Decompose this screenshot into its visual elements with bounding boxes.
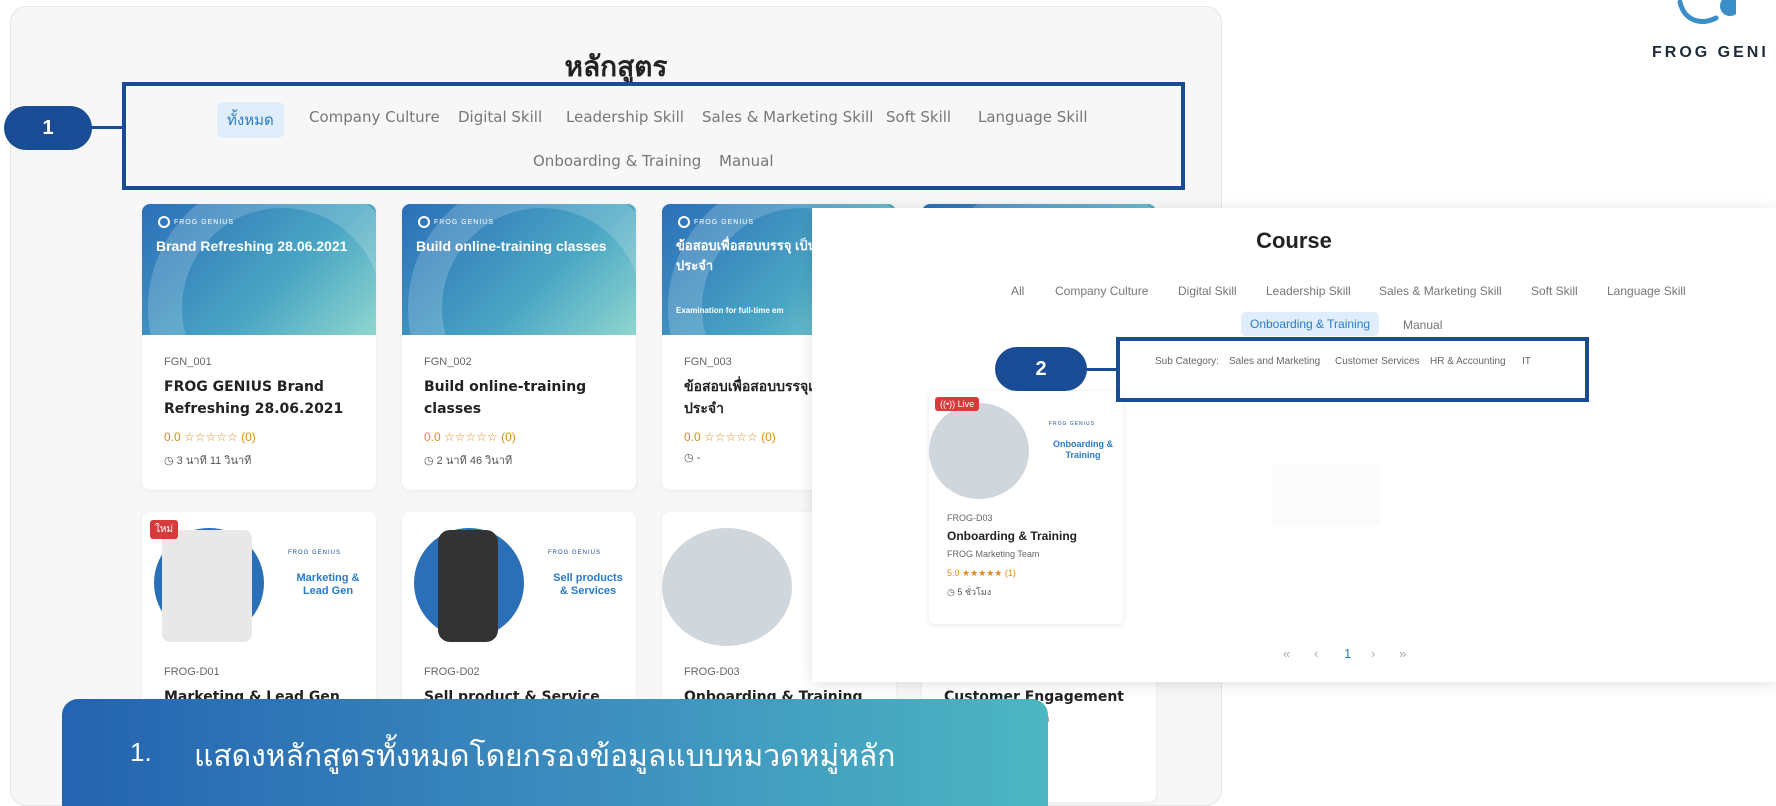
brand-logo-small: FROG GENIUS [678,216,754,228]
course-title: Build online-training classes [424,379,587,417]
course-card[interactable]: FROG GENIUS Brand Refreshing 28.06.2021 … [142,204,376,490]
thumbnail-title: Sell products & Services [553,572,623,597]
brand-logo-small: FROG GENIUS [1049,421,1096,427]
brand-logo-small: FROG GENIUS [158,216,234,228]
course-title: FROG GENIUS Brand Refreshing 28.06.2021 [164,379,344,417]
pager-next[interactable]: › [1371,646,1375,661]
pager-last[interactable]: » [1399,646,1406,661]
course-rating: 0.0 ☆☆☆☆☆ (0) [164,430,256,444]
category-tabs-highlight [122,82,1185,190]
course-card[interactable]: FROG GENIUS Build online-training classe… [402,204,636,490]
course-code: FGN_003 [684,356,732,368]
pager-page-1[interactable]: 1 [1344,646,1351,661]
tab-company-culture[interactable]: Company Culture [1055,284,1148,298]
tab-all[interactable]: All [1011,284,1024,298]
brand-logo-small: FROG GENIUS [288,550,342,556]
course-card[interactable]: FROG GENIUS Onboarding & Training ((•)) … [929,391,1123,624]
meeting-photo [929,403,1029,499]
thumbnail-title: Marketing & Lead Gen [296,572,360,597]
frog-genius-logo-icon [1677,0,1736,24]
callout-2-connector [1085,368,1117,371]
tab-leadership-skill[interactable]: Leadership Skill [1266,284,1351,298]
banner-title: Brand Refreshing 28.06.2021 [156,238,348,254]
banner-title: Build online-training classes [416,238,607,254]
course-duration: ◷ - [684,452,701,464]
banner-subtitle: Examination for full-time em [676,306,784,315]
tab-language-skill[interactable]: Language Skill [1607,284,1686,298]
phone-photo [438,530,498,642]
course-code: FGN_001 [164,356,212,368]
course-duration: ◷ 5 ชั่วโมง [947,587,992,597]
caption-banner: 1. แสดงหลักสูตรทั้งหมดโดยกรองข้อมูลแบบหม… [62,699,1048,806]
tab-soft-skill[interactable]: Soft Skill [1531,284,1578,298]
pager-prev[interactable]: ‹ [1314,646,1318,661]
laptop-photo [162,530,252,642]
course-title-heading: Course [1256,228,1332,253]
course-thumbnail: FROG GENIUS Sell products & Services [402,512,636,657]
logo-wordmark: FROG GENI [1652,44,1769,61]
loading-placeholder [1272,465,1380,525]
course-code: FROG-D02 [424,666,480,678]
caption-number: 1. [130,737,152,767]
callout-2: 2 [995,347,1087,391]
course-title: Onboarding & Training [947,529,1077,543]
tab-onboarding-training[interactable]: Onboarding & Training [1241,312,1380,336]
live-badge: ((•)) Live [935,397,980,411]
course-page-screenshot: Course All Company Culture Digital Skill… [812,208,1776,682]
tab-digital-skill[interactable]: Digital Skill [1178,284,1237,298]
thumbnail-title: Onboarding & Training [1053,439,1113,460]
sub-category-highlight [1116,337,1589,402]
callout-1: 1 [4,106,92,150]
course-code: FGN_002 [424,356,472,368]
course-rating: 0.0 ☆☆☆☆☆ (0) [684,430,776,444]
caption-text: แสดงหลักสูตรทั้งหมดโดยกรองข้อมูลแบบหมวดห… [194,739,896,774]
meeting-photo [662,528,792,646]
course-banner: FROG GENIUS Brand Refreshing 28.06.2021 [142,204,376,335]
course-duration: ◷ 2 นาที 46 วินาที [424,455,513,467]
tab-sales-marketing-skill[interactable]: Sales & Marketing Skill [1379,284,1502,298]
course-duration: ◷ 3 นาที 11 วินาที [164,455,252,467]
course-code: FROG-D01 [164,666,220,678]
course-author: FROG Marketing Team [947,549,1040,559]
brand-logo-small: FROG GENIUS [418,216,494,228]
tab-manual[interactable]: Manual [1403,318,1442,332]
course-code: FROG-D03 [684,666,740,678]
new-badge: ใหม่ [150,520,179,539]
pager-first[interactable]: « [1283,646,1290,661]
callout-1-connector [90,126,124,129]
course-banner: FROG GENIUS Build online-training classe… [402,204,636,335]
course-rating: 5.0 ★★★★★ (1) [947,568,1016,578]
course-code: FROG-D03 [947,513,993,523]
course-rating: 0.0 ☆☆☆☆☆ (0) [424,430,516,444]
brand-logo-small: FROG GENIUS [548,550,602,556]
